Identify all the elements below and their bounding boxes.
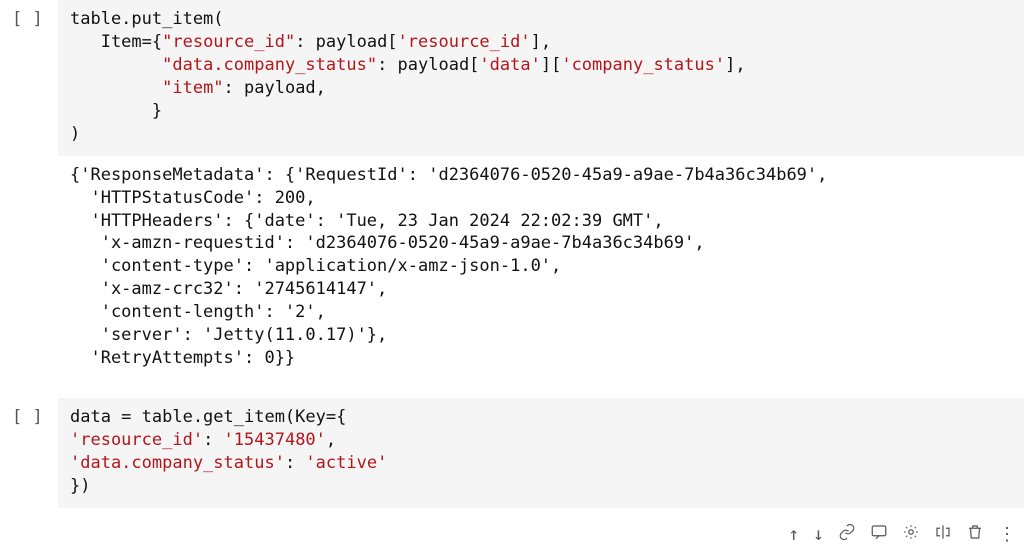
more-icon[interactable]: ⋮ [998,523,1016,547]
comment-icon[interactable] [870,523,888,548]
move-down-button[interactable]: ↓ [813,523,824,547]
code-cell-1-output-row: {'ResponseMetadata': {'RequestId': 'd236… [0,156,1024,380]
notebook-view: [ ] table.put_item( Item={"resource_id":… [0,0,1024,508]
cell-2-prompt: [ ] [0,398,58,429]
cell-2-input[interactable]: data = table.get_item(Key={ 'resource_id… [58,398,1024,508]
cell-1-output: {'ResponseMetadata': {'RequestId': 'd236… [58,156,1024,380]
code-cell-2: [ ] data = table.get_item(Key={ 'resourc… [0,398,1024,508]
cell-1-prompt: [ ] [0,0,58,31]
cell-1-output-gutter [0,156,58,164]
move-up-button[interactable]: ↑ [788,523,799,547]
mirror-icon[interactable] [934,523,952,548]
cell-toolbar: ↑ ↓ ⋮ [788,523,1016,548]
delete-icon[interactable] [966,523,984,548]
cell-1-input[interactable]: table.put_item( Item={"resource_id": pay… [58,0,1024,156]
link-icon[interactable] [838,523,856,548]
code-cell-1: [ ] table.put_item( Item={"resource_id":… [0,0,1024,156]
settings-icon[interactable] [902,523,920,548]
